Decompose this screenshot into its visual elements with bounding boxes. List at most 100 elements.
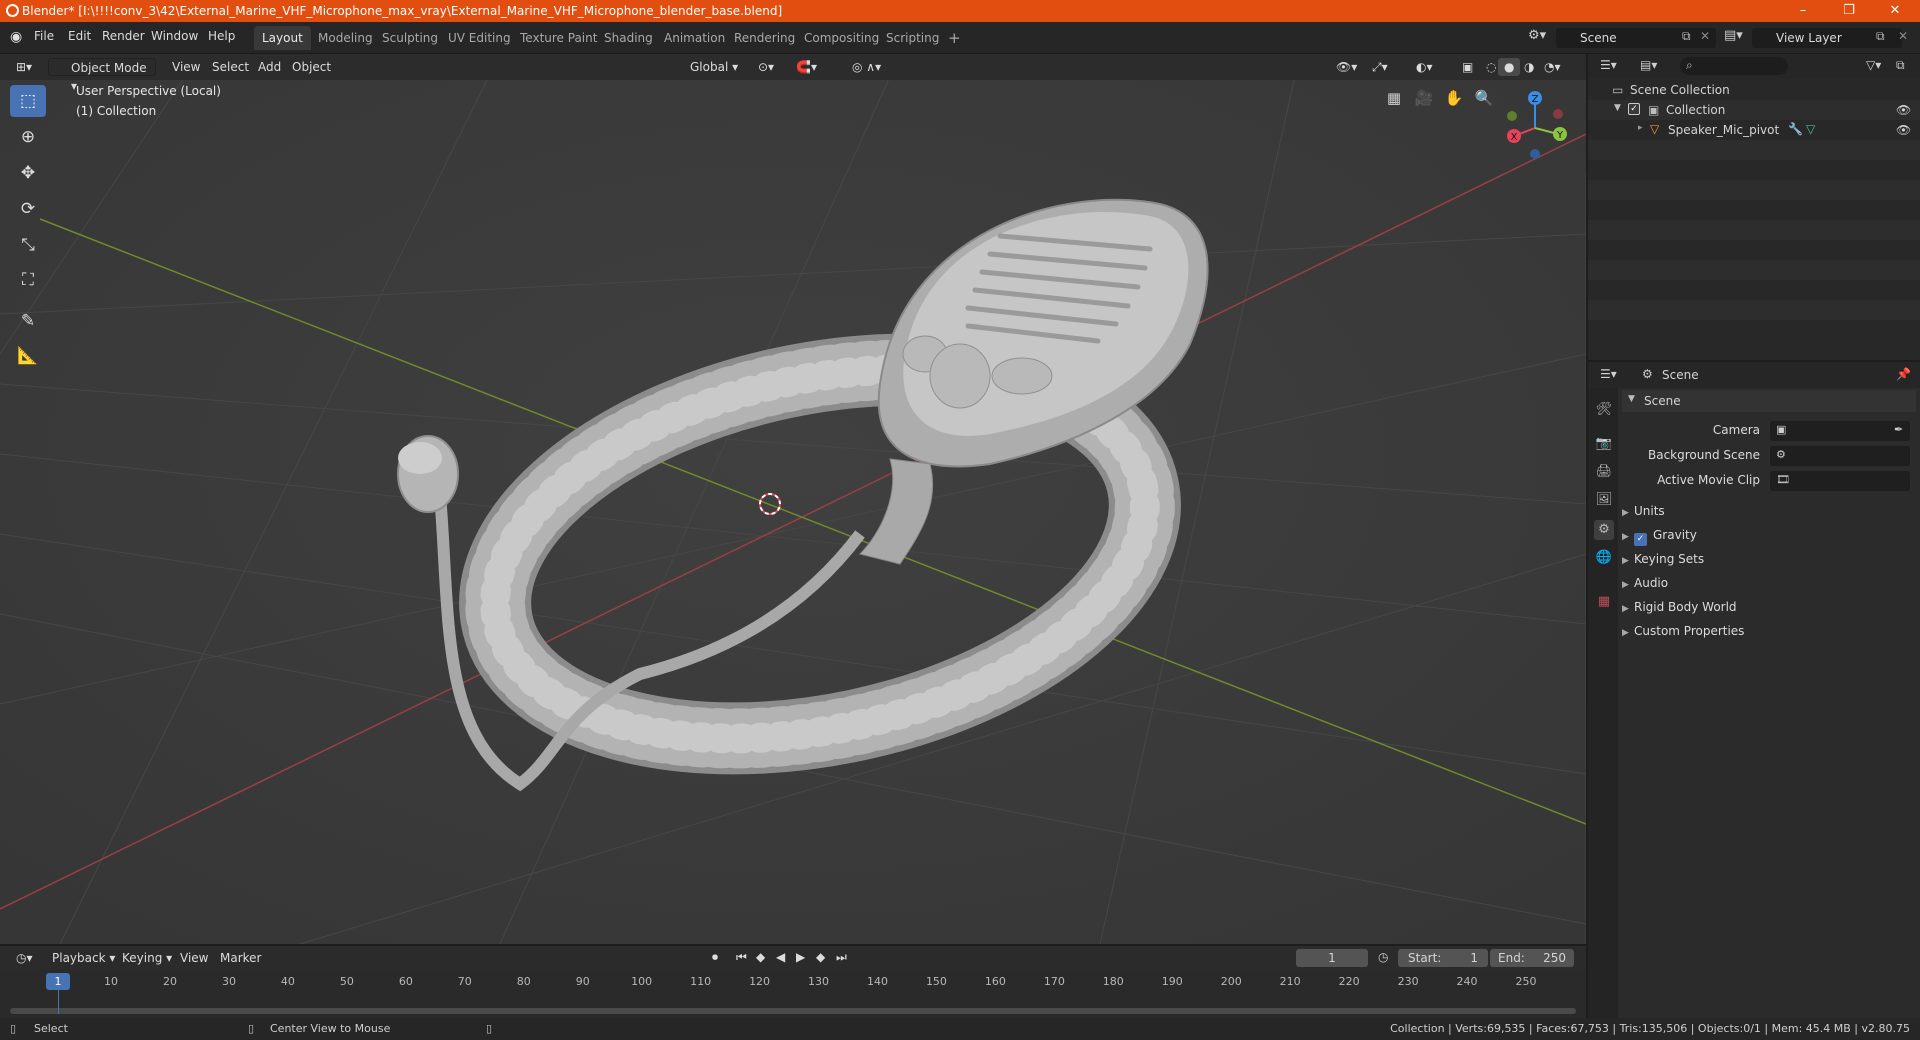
collection-checkbox[interactable]: ✓ (1628, 103, 1640, 115)
rigid-body-world-subpanel[interactable]: ▶ Rigid Body World (1622, 596, 1912, 618)
outliner-row-collection[interactable]: ▼ ✓ ▣ Collection 👁 (1588, 100, 1920, 120)
eyedropper-icon[interactable]: ✒ (1894, 423, 1903, 436)
remove-view-layer-icon[interactable]: ✕ (1898, 29, 1908, 43)
tab-scripting[interactable]: Scripting (878, 26, 947, 50)
tool-tab-icon[interactable]: 🛠 (1594, 400, 1614, 420)
timeline-scrollbar[interactable] (10, 1008, 1576, 1014)
end-frame-field[interactable]: End: 250 (1490, 949, 1574, 967)
new-collection-icon[interactable]: ⧉ (1896, 58, 1905, 73)
viewport-menu-add[interactable]: Add (252, 58, 287, 76)
jump-start-icon[interactable]: ⏮ (736, 950, 747, 965)
rotate-tool[interactable]: ⟳ (10, 193, 46, 225)
filter-icon[interactable]: ▽▾ (1866, 58, 1881, 72)
playhead-frame-marker[interactable]: 1 (46, 973, 70, 990)
transform-tool[interactable]: ⛶ (10, 264, 46, 296)
viewport-menu-select[interactable]: Select (206, 58, 255, 76)
start-frame-field[interactable]: Start: 1 (1398, 949, 1488, 967)
outliner-row-scene-collection[interactable]: ▭ Scene Collection (1588, 80, 1920, 100)
annotate-tool[interactable]: ✎ (10, 305, 46, 337)
play-reverse-icon[interactable]: ◀ (776, 950, 785, 964)
blender-menu-icon[interactable]: ◉ (10, 29, 22, 45)
timeline-menu-playback[interactable]: Playback ▾ (46, 949, 121, 967)
xray-toggle-icon[interactable]: ▣ (1456, 58, 1479, 76)
tab-shading[interactable]: Shading (596, 26, 661, 50)
mesh-data-icon[interactable]: ▽ (1806, 122, 1815, 136)
mode-dropdown[interactable]: Object Mode ▾ (48, 58, 156, 93)
move-tool[interactable]: ✥ (10, 157, 46, 189)
new-scene-icon[interactable]: ⧉ (1682, 29, 1691, 44)
gravity-subpanel[interactable]: ▶ ✓ Gravity (1622, 524, 1912, 546)
pivot-point-icon[interactable]: ⊙▾ (752, 58, 780, 76)
overlay-toggle-icon[interactable]: ◐▾ (1410, 58, 1439, 76)
tab-uv-editing[interactable]: UV Editing (440, 26, 519, 50)
jump-end-icon[interactable]: ⏭ (836, 950, 847, 965)
expand-collection-icon[interactable]: ▼ (1614, 103, 1621, 113)
world-tab-icon[interactable]: 🌐 (1594, 548, 1614, 568)
scene-selector-icon[interactable]: ⚙▾ (1528, 28, 1546, 43)
snap-icon[interactable]: 🧲▾ (790, 58, 823, 76)
scene-tab-icon[interactable]: ⚙ (1594, 520, 1614, 540)
background-scene-field[interactable]: ⚙ (1770, 446, 1910, 466)
camera-field[interactable]: ▣ ✒ (1770, 421, 1910, 441)
menu-help[interactable]: Help (208, 29, 235, 43)
zoom-icon[interactable]: 🔍 (1470, 84, 1498, 112)
measure-tool[interactable]: 📐 (10, 340, 46, 372)
transform-orientation-dropdown[interactable]: Global ▾ (668, 58, 744, 76)
menu-edit[interactable]: Edit (68, 29, 91, 43)
active-movie-clip-field[interactable]: 🎞 (1770, 471, 1910, 491)
custom-properties-subpanel[interactable]: ▶ Custom Properties (1622, 620, 1912, 642)
gizmo-toggle-icon[interactable]: ⤢▾ (1366, 58, 1394, 76)
gravity-checkbox[interactable]: ✓ (1634, 533, 1647, 546)
display-mode-icon[interactable]: ▤▾ (1640, 58, 1657, 72)
menu-window[interactable]: Window (151, 29, 198, 43)
timeline-menu-keying[interactable]: Keying ▾ (116, 949, 178, 967)
menu-file[interactable]: File (34, 29, 54, 43)
tab-compositing[interactable]: Compositing (796, 26, 887, 50)
tab-modeling[interactable]: Modeling (310, 26, 381, 50)
modifier-wrench-icon[interactable]: 🔧 (1788, 122, 1803, 136)
outliner-editor-type-icon[interactable]: ☰▾ (1600, 58, 1617, 72)
editor-type-icon[interactable]: ⊞▾ (10, 58, 38, 76)
record-icon[interactable]: ⏺ (712, 950, 718, 965)
menu-render[interactable]: Render (102, 29, 145, 43)
new-view-layer-icon[interactable]: ⧉ (1876, 29, 1885, 44)
units-subpanel[interactable]: ▶ Units (1622, 500, 1912, 522)
properties-editor-type-icon[interactable]: ☰▾ (1600, 367, 1617, 381)
viewport-menu-view[interactable]: View (166, 58, 206, 76)
outliner-search-input[interactable]: ⌕ (1680, 57, 1788, 75)
collection-visibility-eye-icon[interactable]: 👁 (1896, 103, 1911, 117)
tab-sculpting[interactable]: Sculpting (374, 26, 446, 50)
visibility-icon[interactable]: 👁▾ (1330, 58, 1363, 76)
outliner-row-object[interactable]: ▸ ▽ Speaker_Mic_pivot 🔧 ▽ 👁 (1588, 120, 1920, 140)
object-visibility-eye-icon[interactable]: 👁 (1896, 123, 1911, 137)
scene-panel-header[interactable]: ▼ Scene (1622, 390, 1916, 412)
toggle-camera-view-icon[interactable]: ▦ (1380, 84, 1408, 112)
audio-subpanel[interactable]: ▶ Audio (1622, 572, 1912, 594)
timeline-editor-type-icon[interactable]: ◷▾ (10, 949, 39, 967)
play-icon[interactable]: ▶ (796, 950, 805, 964)
rendered-shading-icon[interactable]: ◔▾ (1538, 58, 1567, 76)
tab-rendering[interactable]: Rendering (726, 26, 803, 50)
next-keyframe-icon[interactable]: ◆ (816, 950, 825, 964)
minimize-button[interactable]: – (1780, 0, 1826, 22)
scene-field[interactable]: Scene (1556, 28, 1716, 48)
preview-range-icon[interactable]: ◷ (1378, 950, 1388, 964)
pin-icon[interactable]: 📌 (1896, 367, 1911, 381)
keying-sets-subpanel[interactable]: ▶ Keying Sets (1622, 548, 1912, 570)
tab-animation[interactable]: Animation (656, 26, 733, 50)
timeline-menu-view[interactable]: View (174, 949, 214, 967)
viewport-menu-object[interactable]: Object (286, 58, 337, 76)
current-frame-field[interactable]: 1 (1296, 949, 1368, 967)
restore-button[interactable]: ❐ (1826, 0, 1872, 22)
view-layer-tab-icon[interactable]: 🖼 (1594, 490, 1614, 510)
camera-icon[interactable]: 🎥 (1410, 84, 1438, 112)
add-workspace-button[interactable]: + (940, 26, 969, 50)
cursor-tool[interactable]: ⊕ (10, 121, 46, 153)
tab-texture-paint[interactable]: Texture Paint (512, 26, 605, 50)
close-button[interactable]: ✕ (1872, 0, 1918, 22)
texture-tab-icon[interactable]: ▦ (1594, 592, 1614, 612)
tab-layout[interactable]: Layout (254, 26, 311, 50)
select-box-tool[interactable]: ⬚ (10, 85, 46, 117)
scale-tool[interactable]: ⤡ (10, 229, 46, 261)
view-layer-selector-icon[interactable]: ▤▾ (1724, 28, 1743, 43)
